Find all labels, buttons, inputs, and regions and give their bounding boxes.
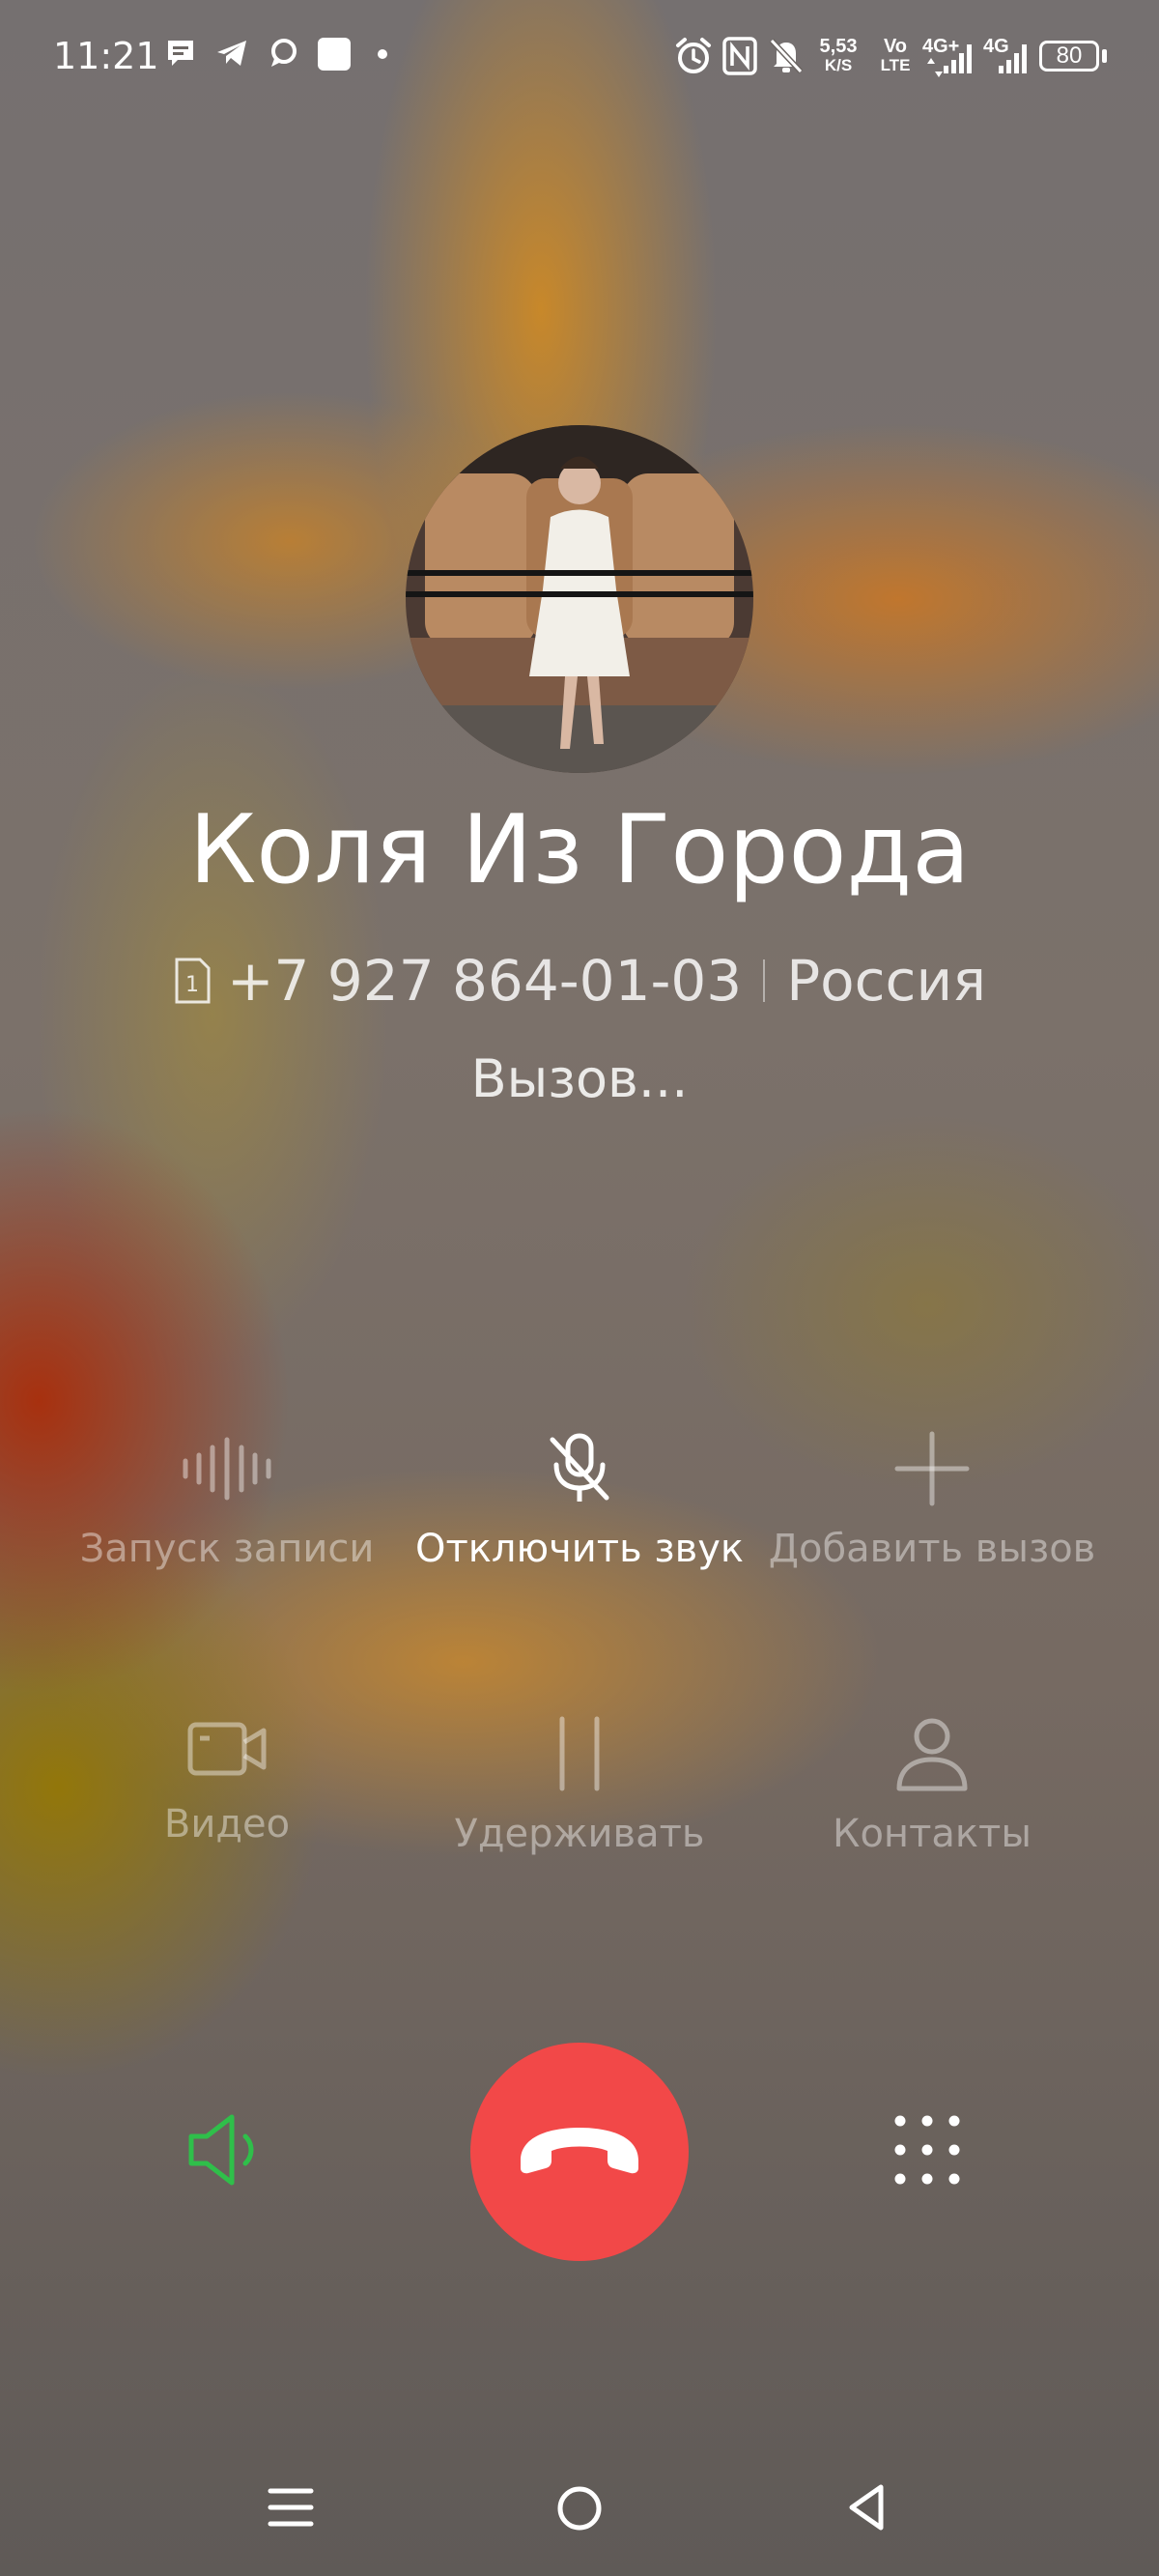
contacts-button[interactable]: Контакты (739, 1715, 1125, 1858)
phone-number-row: 1 +7 927 864-01-03 Россия (0, 947, 1159, 1015)
video-camera-icon (187, 1722, 267, 1776)
record-label: Запуск записи (79, 1527, 375, 1571)
battery-icon: 80 (1039, 41, 1099, 72)
contacts-label: Контакты (833, 1812, 1032, 1856)
record-button[interactable]: Запуск записи (34, 1430, 420, 1573)
country: Россия (786, 948, 987, 1014)
network-speed-value: 5,53 (819, 36, 858, 57)
telegram-icon (217, 41, 246, 66)
nfc-icon (722, 37, 757, 75)
sim-card-icon: 1 (175, 958, 211, 1004)
network-speed-unit: K/S (824, 56, 853, 74)
end-call-button[interactable] (470, 2043, 689, 2261)
divider (763, 959, 766, 1002)
chat-bubble-icon (271, 39, 297, 67)
network-speed: 5,53 K/S (814, 37, 862, 75)
volte-top: Vo (883, 36, 908, 57)
signal-icon-2 (999, 44, 1027, 73)
back-icon[interactable] (842, 2481, 890, 2533)
volte-indicator: Vo LTE (874, 37, 917, 75)
hold-label: Удерживать (454, 1812, 705, 1856)
status-time: 11:21 (53, 35, 159, 77)
video-button[interactable]: Видео (34, 1715, 420, 1848)
speaker-button[interactable] (184, 2111, 270, 2192)
mic-off-icon (550, 1433, 609, 1502)
mute-label: Отключить звук (414, 1527, 745, 1571)
add-call-button[interactable]: Добавить вызов (739, 1430, 1125, 1573)
hold-button[interactable]: Удерживать (386, 1715, 773, 1858)
volte-bottom: LTE (880, 56, 911, 74)
bell-muted-icon (769, 38, 804, 74)
app-square-icon (318, 38, 351, 71)
dot-icon (378, 49, 387, 59)
data-arrows-icon (927, 58, 943, 77)
call-status: Вызов... (470, 1048, 689, 1109)
waveform-icon (183, 1437, 271, 1501)
pause-icon (559, 1716, 600, 1791)
contact-photo (406, 425, 753, 773)
plus-icon (894, 1431, 970, 1506)
message-icon (168, 41, 193, 66)
alarm-icon (676, 38, 711, 73)
status-bar: 11:21 5,53 K/S Vo LTE 4G+ 4G 80 (0, 0, 1159, 116)
navigation-bar (0, 2454, 1159, 2561)
contact-avatar (406, 425, 753, 773)
menu-icon[interactable] (267, 2483, 315, 2532)
phone-number: +7 927 864-01-03 (226, 948, 743, 1014)
home-icon[interactable] (554, 2483, 605, 2533)
speaker-icon (188, 2114, 254, 2186)
mute-button[interactable]: Отключить звук (386, 1430, 773, 1573)
keypad-button[interactable] (889, 2111, 966, 2192)
contact-name: Коля Из Города (188, 795, 971, 905)
hang-up-icon (521, 2128, 638, 2174)
dialpad-icon (894, 2115, 960, 2185)
signal-icon (944, 44, 972, 73)
video-label: Видео (163, 1802, 291, 1846)
person-icon (896, 1718, 968, 1791)
add-call-label: Добавить вызов (768, 1527, 1096, 1571)
battery-tip (1102, 49, 1107, 63)
sim-slot-number: 1 (185, 973, 199, 997)
